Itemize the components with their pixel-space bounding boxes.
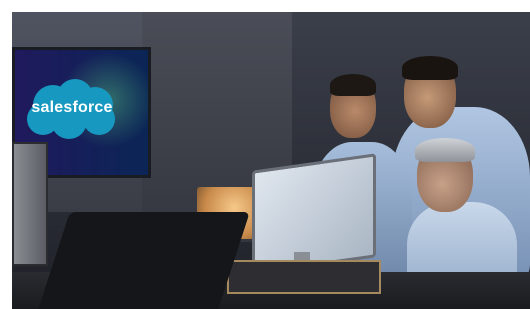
salesforce-logo: salesforce (23, 75, 121, 143)
person-center-hair (330, 74, 376, 96)
person-right-hair (402, 56, 458, 80)
side-monitor (12, 142, 48, 266)
desk-organizer (227, 260, 381, 294)
office-chair (34, 212, 250, 309)
logo-wordmark: salesforce (31, 99, 113, 116)
office-photo: salesforce (12, 12, 530, 309)
computer-monitor (252, 153, 376, 275)
person-seated-hair (415, 138, 475, 162)
